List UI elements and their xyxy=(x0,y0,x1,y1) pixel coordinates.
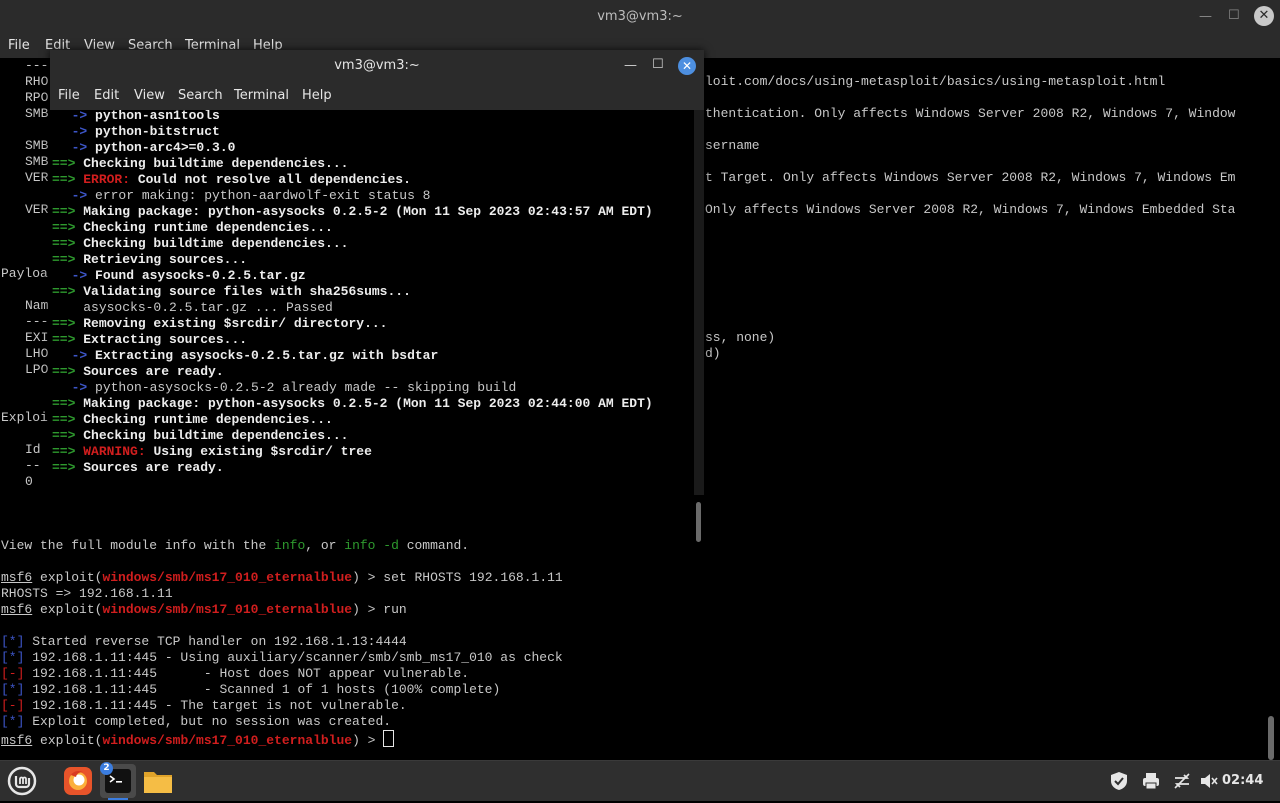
clock[interactable]: 02:44 xyxy=(1222,761,1263,801)
mint-menu-icon[interactable] xyxy=(6,765,38,797)
foreground-terminal-window: vm3@vm3:~ — ☐ ✕ File Edit View Search Te… xyxy=(50,50,704,542)
build-log-line: ==> Sources are ready. xyxy=(52,460,224,475)
scrollbar-thumb[interactable] xyxy=(696,502,701,542)
output-fragment: Only affects Windows Server 2008 R2, Win… xyxy=(705,202,1236,217)
build-log-line: ==> Checking buildtime dependencies... xyxy=(52,156,349,171)
msf-active-prompt[interactable]: msf6 exploit(windows/smb/ms17_010_eterna… xyxy=(1,730,395,748)
window-title: vm3@vm3:~ xyxy=(334,58,420,73)
build-log-line: ==> Checking buildtime dependencies... xyxy=(52,236,349,251)
output-fragment: SMB xyxy=(25,106,49,121)
output-fragment: d) xyxy=(705,346,721,361)
title-bar[interactable]: vm3@vm3:~ — ☐ ✕ xyxy=(50,50,704,82)
output-fragment: VER xyxy=(25,202,49,217)
output-fragment: loit.com/docs/using-metasploit/basics/us… xyxy=(705,74,1166,89)
exploit-output-line: [*] 192.168.1.11:445 - Using auxiliary/s… xyxy=(1,650,563,665)
menu-search[interactable]: Search xyxy=(178,82,223,110)
output-fragment: LHO xyxy=(25,346,49,361)
output-fragment: --- xyxy=(25,58,49,73)
close-button[interactable]: ✕ xyxy=(678,57,696,75)
minimize-icon[interactable]: — xyxy=(624,58,637,73)
output-fragment: RHO xyxy=(25,74,49,89)
firefox-icon[interactable] xyxy=(62,765,94,797)
output-fragment: Exploi xyxy=(1,410,48,425)
output-fragment: SMB xyxy=(25,154,49,169)
output-fragment: EXI xyxy=(25,330,49,345)
build-log-line: -> Found asysocks-0.2.5.tar.gz xyxy=(56,268,306,283)
scrollbar[interactable] xyxy=(1268,716,1274,760)
build-log-line: ==> WARNING: Using existing $srcdir/ tre… xyxy=(52,444,372,459)
build-log-line: ==> Sources are ready. xyxy=(52,364,224,379)
build-log-line: ==> Validating source files with sha256s… xyxy=(52,284,411,299)
printer-icon[interactable] xyxy=(1141,771,1161,791)
output-fragment: LPO xyxy=(25,362,49,377)
output-fragment: Id xyxy=(25,442,41,457)
rhosts-echo-line: RHOSTS => 192.168.1.11 xyxy=(1,586,173,601)
build-log-line: ==> Checking buildtime dependencies... xyxy=(52,428,349,443)
build-log-line: asysocks-0.2.5.tar.gz ... Passed xyxy=(83,300,333,315)
output-fragment: -- xyxy=(25,458,41,473)
maximize-icon[interactable]: ☐ xyxy=(1228,8,1240,23)
title-bar[interactable]: vm3@vm3:~ — ☐ ✕ xyxy=(0,0,1280,34)
menu-view[interactable]: View xyxy=(134,82,165,110)
exploit-output-line: [*] Exploit completed, but no session wa… xyxy=(1,714,392,729)
terminal-icon[interactable]: 2 xyxy=(100,762,136,798)
minimize-icon[interactable]: — xyxy=(1199,9,1212,24)
build-log-line: ==> Removing existing $srcdir/ directory… xyxy=(52,316,388,331)
exploit-output-line: [*] Started reverse TCP handler on 192.1… xyxy=(1,634,407,649)
exploit-output-line: [-] 192.168.1.11:445 - Host does NOT app… xyxy=(1,666,470,681)
volume-muted-icon[interactable] xyxy=(1199,771,1219,791)
build-log-line: -> python-asn1tools xyxy=(56,110,220,123)
shield-icon[interactable] xyxy=(1108,770,1130,792)
build-log-line: ==> Retrieving sources... xyxy=(52,252,248,267)
window-count-badge: 2 xyxy=(100,762,113,775)
msf-prompt-line: msf6 exploit(windows/smb/ms17_010_eterna… xyxy=(1,570,563,585)
build-log-line: -> python-arc4>=0.3.0 xyxy=(56,140,236,155)
maximize-icon[interactable]: ☐ xyxy=(652,57,664,72)
info-hint-line: View the full module info with the info,… xyxy=(1,538,470,553)
scrollbar-track[interactable] xyxy=(694,110,704,495)
close-button[interactable]: ✕ xyxy=(1254,6,1274,26)
build-log-line: -> error making: python-aardwolf-exit st… xyxy=(56,188,431,203)
output-fragment: thentication. Only affects Windows Serve… xyxy=(705,106,1236,121)
build-log-line: -> python-asysocks-0.2.5-2 already made … xyxy=(56,380,517,395)
output-fragment: --- xyxy=(25,314,49,329)
menu-help[interactable]: Help xyxy=(302,82,332,110)
output-fragment: sername xyxy=(705,138,760,153)
build-log-line: ==> Extracting sources... xyxy=(52,332,248,347)
build-log-line: ==> Making package: python-asysocks 0.2.… xyxy=(52,396,653,411)
output-fragment: VER xyxy=(25,170,49,185)
output-fragment: RPO xyxy=(25,90,49,105)
output-fragment: SMB xyxy=(25,138,49,153)
menu-bar: File Edit View Search Terminal Help xyxy=(50,82,704,110)
build-log-line: ==> Making package: python-asysocks 0.2.… xyxy=(52,204,653,219)
exploit-output-line: [-] 192.168.1.11:445 - The target is not… xyxy=(1,698,407,713)
output-fragment: 0 xyxy=(25,474,33,489)
build-log-line: -> Extracting asysocks-0.2.5.tar.gz with… xyxy=(56,348,439,363)
build-log-line: ==> Checking runtime dependencies... xyxy=(52,220,333,235)
exploit-output-line: [*] 192.168.1.11:445 - Scanned 1 of 1 ho… xyxy=(1,682,501,697)
build-log-line: -> python-bitstruct xyxy=(56,124,220,139)
output-fragment: ss, none) xyxy=(705,330,776,345)
network-icon[interactable] xyxy=(1172,771,1192,791)
taskbar: 2 02:44 xyxy=(0,760,1280,801)
build-log-line: ==> ERROR: Could not resolve all depende… xyxy=(52,172,411,187)
files-icon[interactable] xyxy=(142,766,174,796)
menu-terminal[interactable]: Terminal xyxy=(234,82,289,110)
menu-edit[interactable]: Edit xyxy=(94,82,119,110)
build-log-line: ==> Checking runtime dependencies... xyxy=(52,412,333,427)
output-fragment: Nam xyxy=(25,298,49,313)
menu-file[interactable]: File xyxy=(8,34,30,58)
menu-file[interactable]: File xyxy=(58,82,80,110)
output-fragment: Payloa xyxy=(1,266,48,281)
text-cursor xyxy=(383,730,395,747)
output-fragment: t Target. Only affects Windows Server 20… xyxy=(705,170,1236,185)
terminal-output[interactable]: -> python-asn1tools -> python-bitstruct … xyxy=(50,110,694,495)
msf-prompt-line: msf6 exploit(windows/smb/ms17_010_eterna… xyxy=(1,602,407,617)
window-title: vm3@vm3:~ xyxy=(597,9,683,24)
